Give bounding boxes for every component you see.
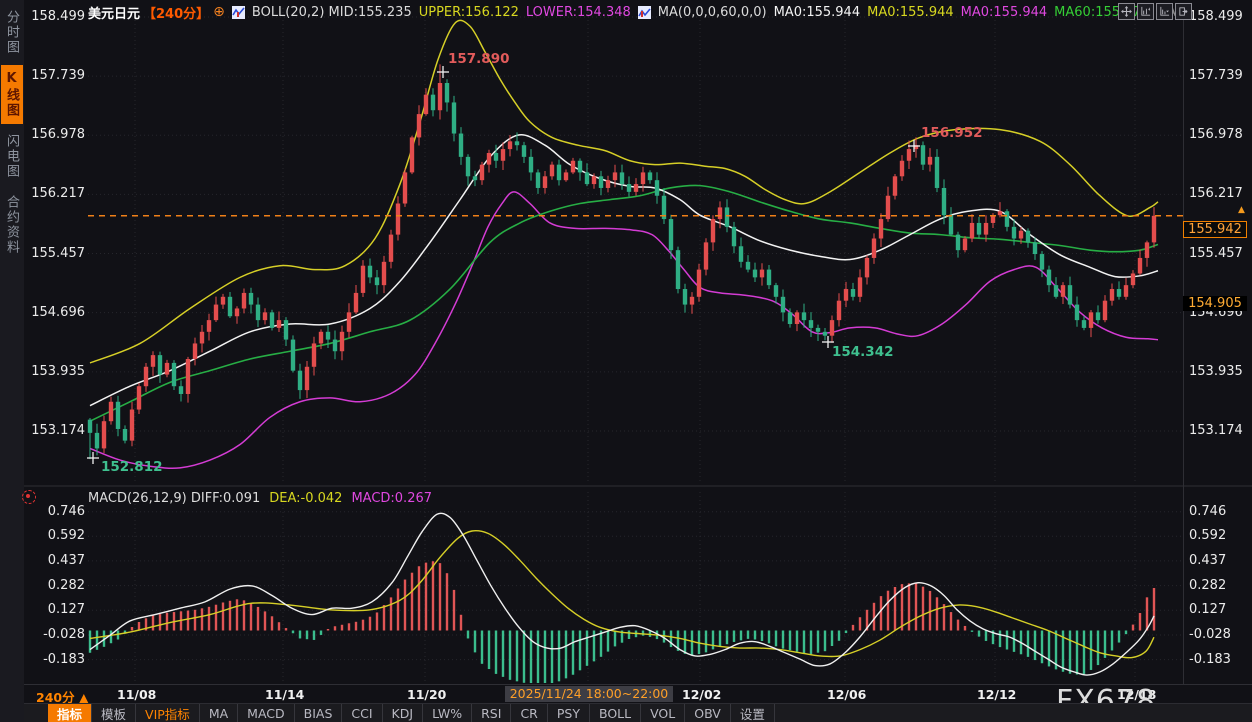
price-axis-label-right: 155.457 (1189, 246, 1243, 261)
reference-price-tag: 154.905 (1183, 296, 1247, 311)
ma0-yellow-value: MA0:155.944 (867, 5, 954, 20)
price-annotation: 154.342 (832, 344, 894, 360)
toolbar-item-obv[interactable]: OBV (685, 704, 731, 722)
x-axis-date-label: 11/14 (265, 687, 304, 702)
toolbar-item-vip-indicators[interactable]: VIP指标 (136, 704, 200, 722)
export-icon[interactable] (1175, 3, 1192, 20)
x-axis-date-label: 12/02 (682, 687, 721, 702)
macd-axis-label-left: -0.028 (27, 627, 85, 642)
price-axis-label-right: 158.499 (1189, 9, 1243, 24)
price-axis-label-right: 153.935 (1189, 364, 1243, 379)
macd-axis-label-left: 0.127 (27, 602, 85, 617)
toolbar-item-boll[interactable]: BOLL (590, 704, 641, 722)
chart-header: 美元日元 【240分】 ⊕ BOLL(20,2) MID:155.235 UPP… (88, 3, 1189, 21)
toolbar-item-ma[interactable]: MA (200, 704, 238, 722)
macd-axis-label-left: 0.746 (27, 504, 85, 519)
macd-axis-label-left: 0.437 (27, 553, 85, 568)
x-axis-date-label: 11/08 (117, 687, 156, 702)
macd-axis-label-right: 0.592 (1189, 528, 1226, 543)
macd-axis-label-right: 0.746 (1189, 504, 1226, 519)
symbol-title: 美元日元 (88, 3, 140, 22)
chart-toolbar-icons (1118, 3, 1192, 20)
toolbar-item-bias[interactable]: BIAS (295, 704, 343, 722)
price-axis-label-left: 156.217 (27, 186, 85, 201)
boll-values: BOLL(20,2) MID:155.235 (252, 5, 412, 20)
toolbar-item-设置[interactable]: 设置 (731, 704, 775, 722)
current-price-tag: 155.942 (1183, 221, 1247, 238)
price-axis-label-left: 153.935 (27, 364, 85, 379)
add-favorite-icon[interactable]: ⊕ (213, 4, 225, 20)
toolbar-item-vol[interactable]: VOL (641, 704, 685, 722)
price-axis-label-left: 153.174 (27, 423, 85, 438)
macd-axis-label-right: 0.282 (1189, 578, 1226, 593)
macd-axis-label-right: 0.127 (1189, 602, 1226, 617)
price-axis-label-left: 155.457 (27, 246, 85, 261)
macd-axis-label-right: -0.028 (1189, 627, 1231, 642)
x-axis-date-label: 12/12 (977, 687, 1016, 702)
toolbar-item-cci[interactable]: CCI (342, 704, 382, 722)
macd-axis-label-right: 0.437 (1189, 553, 1226, 568)
price-axis-label-right: 156.978 (1189, 127, 1243, 142)
toolbar-item-psy[interactable]: PSY (548, 704, 590, 722)
price-axis-label-right: 157.739 (1189, 68, 1243, 83)
x-axis-date-label: 12/06 (827, 687, 866, 702)
selected-bar-datetime: 2025/11/24 18:00~22:00 一 (505, 686, 673, 702)
boll-upper-value: UPPER:156.122 (419, 5, 519, 20)
price-axis-label-right: 153.174 (1189, 423, 1243, 438)
macd-params-diff: MACD(26,12,9) DIFF:0.091 (88, 491, 260, 506)
boll-lower-value: LOWER:154.348 (526, 5, 631, 20)
ma-params: MA(0,0,0,60,0,0) (658, 5, 767, 20)
toolbar-item-cr[interactable]: CR (511, 704, 547, 722)
latest-price-arrow-icon[interactable]: ▲ (1238, 206, 1245, 215)
period-title: 【240分】 (143, 3, 209, 22)
macd-header: MACD(26,12,9) DIFF:0.091 DEA:-0.042 MACD… (88, 491, 432, 506)
price-annotation: 157.890 (448, 51, 510, 67)
toolbar-item-macd[interactable]: MACD (238, 704, 294, 722)
scale-left-axis-icon[interactable] (1137, 3, 1154, 20)
scale-right-axis-icon[interactable] (1156, 3, 1173, 20)
toolbar-item-rsi[interactable]: RSI (472, 704, 511, 722)
price-axis-label-left: 157.739 (27, 68, 85, 83)
trading-app-window: 分时图K线图闪电图合约资料 美元日元 【240分】 ⊕ BOLL(20,2) M… (0, 0, 1252, 722)
macd-axis-label-left: 0.282 (27, 578, 85, 593)
price-axis-label-left: 154.696 (27, 305, 85, 320)
bottom-toolbar: 指标模板VIP指标MAMACDBIASCCIKDJLW%RSICRPSYBOLL… (24, 703, 1252, 722)
price-annotation: 152.812 (101, 459, 163, 475)
boll-indicator-icon (232, 6, 245, 19)
toolbar-item-indicators[interactable]: 指标 (48, 704, 92, 722)
pan-icon[interactable] (1118, 3, 1135, 20)
candlestick-chart[interactable] (0, 0, 1252, 722)
macd-value: MACD:0.267 (351, 491, 432, 506)
x-axis-date-label: 11/20 (407, 687, 446, 702)
toolbar-item-templates[interactable]: 模板 (92, 704, 136, 722)
macd-axis-label-right: -0.183 (1189, 652, 1231, 667)
macd-indicator-settings-icon[interactable] (22, 490, 36, 504)
macd-dea-value: DEA:-0.042 (269, 491, 342, 506)
macd-axis-label-left: 0.592 (27, 528, 85, 543)
price-axis-label-left: 156.978 (27, 127, 85, 142)
macd-axis-label-left: -0.183 (27, 652, 85, 667)
price-axis-label-left: 158.499 (27, 9, 85, 24)
toolbar-item-lw[interactable]: LW% (423, 704, 472, 722)
toolbar-item-kdj[interactable]: KDJ (383, 704, 424, 722)
ma0-white-value: MA0:155.944 (774, 5, 861, 20)
price-axis-label-right: 156.217 (1189, 186, 1243, 201)
ma0-magenta-value: MA0:155.944 (961, 5, 1048, 20)
ma-indicator-icon (638, 6, 651, 19)
price-annotation: 156.952 (921, 125, 983, 141)
